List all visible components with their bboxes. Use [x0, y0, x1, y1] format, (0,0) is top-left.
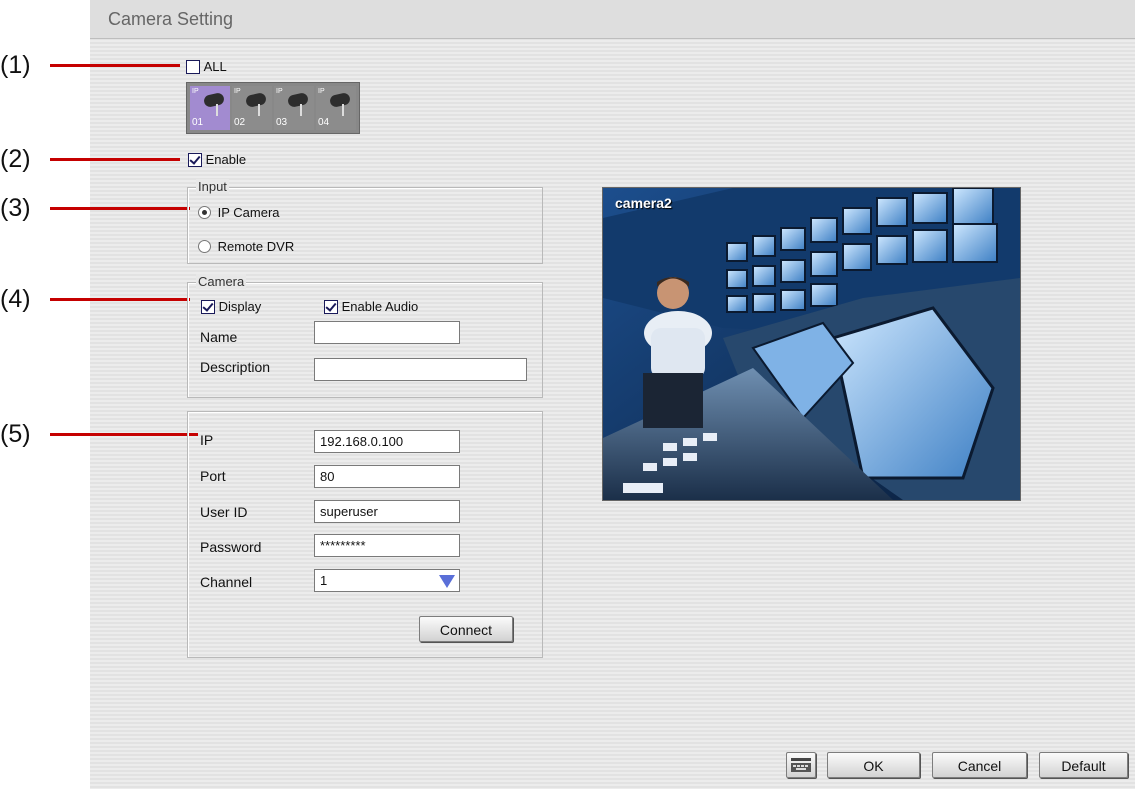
camera-icon [328, 92, 352, 108]
camera-tab-01[interactable]: IP 01 [190, 86, 230, 130]
camera-tab-03[interactable]: IP 03 [274, 86, 314, 130]
channel-label: Channel [200, 574, 253, 590]
camera-tab-02[interactable]: IP 02 [232, 86, 272, 130]
ip-input[interactable] [314, 430, 460, 453]
all-checkbox[interactable]: ALL [186, 58, 227, 74]
callout-line [50, 207, 190, 210]
camera-icon [244, 92, 268, 108]
callout-line [50, 158, 180, 161]
enable-label: Enable [205, 152, 247, 168]
callout-line [50, 298, 190, 301]
name-label: Name [200, 329, 238, 345]
camera-channel-strip: IP 01 IP 02 IP 03 IP 04 [186, 82, 360, 134]
user-id-label: User ID [200, 504, 248, 520]
radio-remote-dvr[interactable]: Remote DVR [198, 238, 294, 254]
enable-audio-checkbox[interactable]: Enable Audio [324, 298, 418, 314]
camera-preview: camera2 [602, 187, 1021, 501]
name-input[interactable] [314, 321, 460, 344]
connect-button[interactable]: Connect [419, 616, 513, 642]
display-checkbox[interactable]: Display [201, 298, 261, 314]
preview-image [603, 188, 1020, 500]
camera-tab-04[interactable]: IP 04 [316, 86, 356, 130]
password-label: Password [200, 539, 262, 555]
input-legend: Input [196, 179, 229, 194]
all-checkbox-label: ALL [203, 59, 227, 75]
camera-legend: Camera [196, 274, 247, 289]
ok-button[interactable]: OK [827, 752, 920, 778]
preview-camera-name: camera2 [615, 195, 672, 211]
input-groupbox: Input IP Camera Remote DVR [187, 179, 543, 264]
description-input[interactable] [314, 358, 527, 381]
radio-ip-camera[interactable]: IP Camera [198, 204, 280, 220]
camera-icon [202, 92, 226, 108]
all-checkbox-box[interactable] [186, 59, 200, 74]
description-label: Description [200, 359, 271, 375]
dropdown-arrow-icon[interactable] [439, 575, 455, 588]
password-input[interactable] [314, 534, 460, 557]
channel-select[interactable]: 1 [314, 569, 460, 592]
radio-button[interactable] [198, 206, 211, 220]
keyboard-icon [791, 758, 811, 772]
enable-audio-checkbox-box[interactable] [324, 299, 338, 314]
callout-line [50, 433, 198, 436]
enable-checkbox-box[interactable] [188, 152, 202, 167]
title-bar: Camera Setting [90, 0, 1135, 39]
port-label: Port [200, 468, 226, 484]
camera-icon [286, 92, 310, 108]
port-input[interactable] [314, 465, 460, 488]
default-button[interactable]: Default [1039, 752, 1128, 778]
camera-groupbox: Camera Display Enable Audio Name Descrip… [187, 274, 543, 398]
keyboard-button[interactable] [786, 752, 816, 778]
cancel-button[interactable]: Cancel [932, 752, 1027, 778]
channel-value: 1 [320, 573, 328, 588]
display-checkbox-box[interactable] [201, 299, 215, 314]
window-title: Camera Setting [108, 9, 234, 29]
enable-checkbox[interactable]: Enable [188, 151, 246, 167]
callout-line [50, 64, 180, 67]
ip-label: IP [200, 432, 214, 448]
radio-button[interactable] [198, 240, 211, 254]
connection-groupbox: IP Port User ID Password Channel 1 Conne… [187, 411, 543, 658]
user-id-input[interactable] [314, 500, 460, 523]
